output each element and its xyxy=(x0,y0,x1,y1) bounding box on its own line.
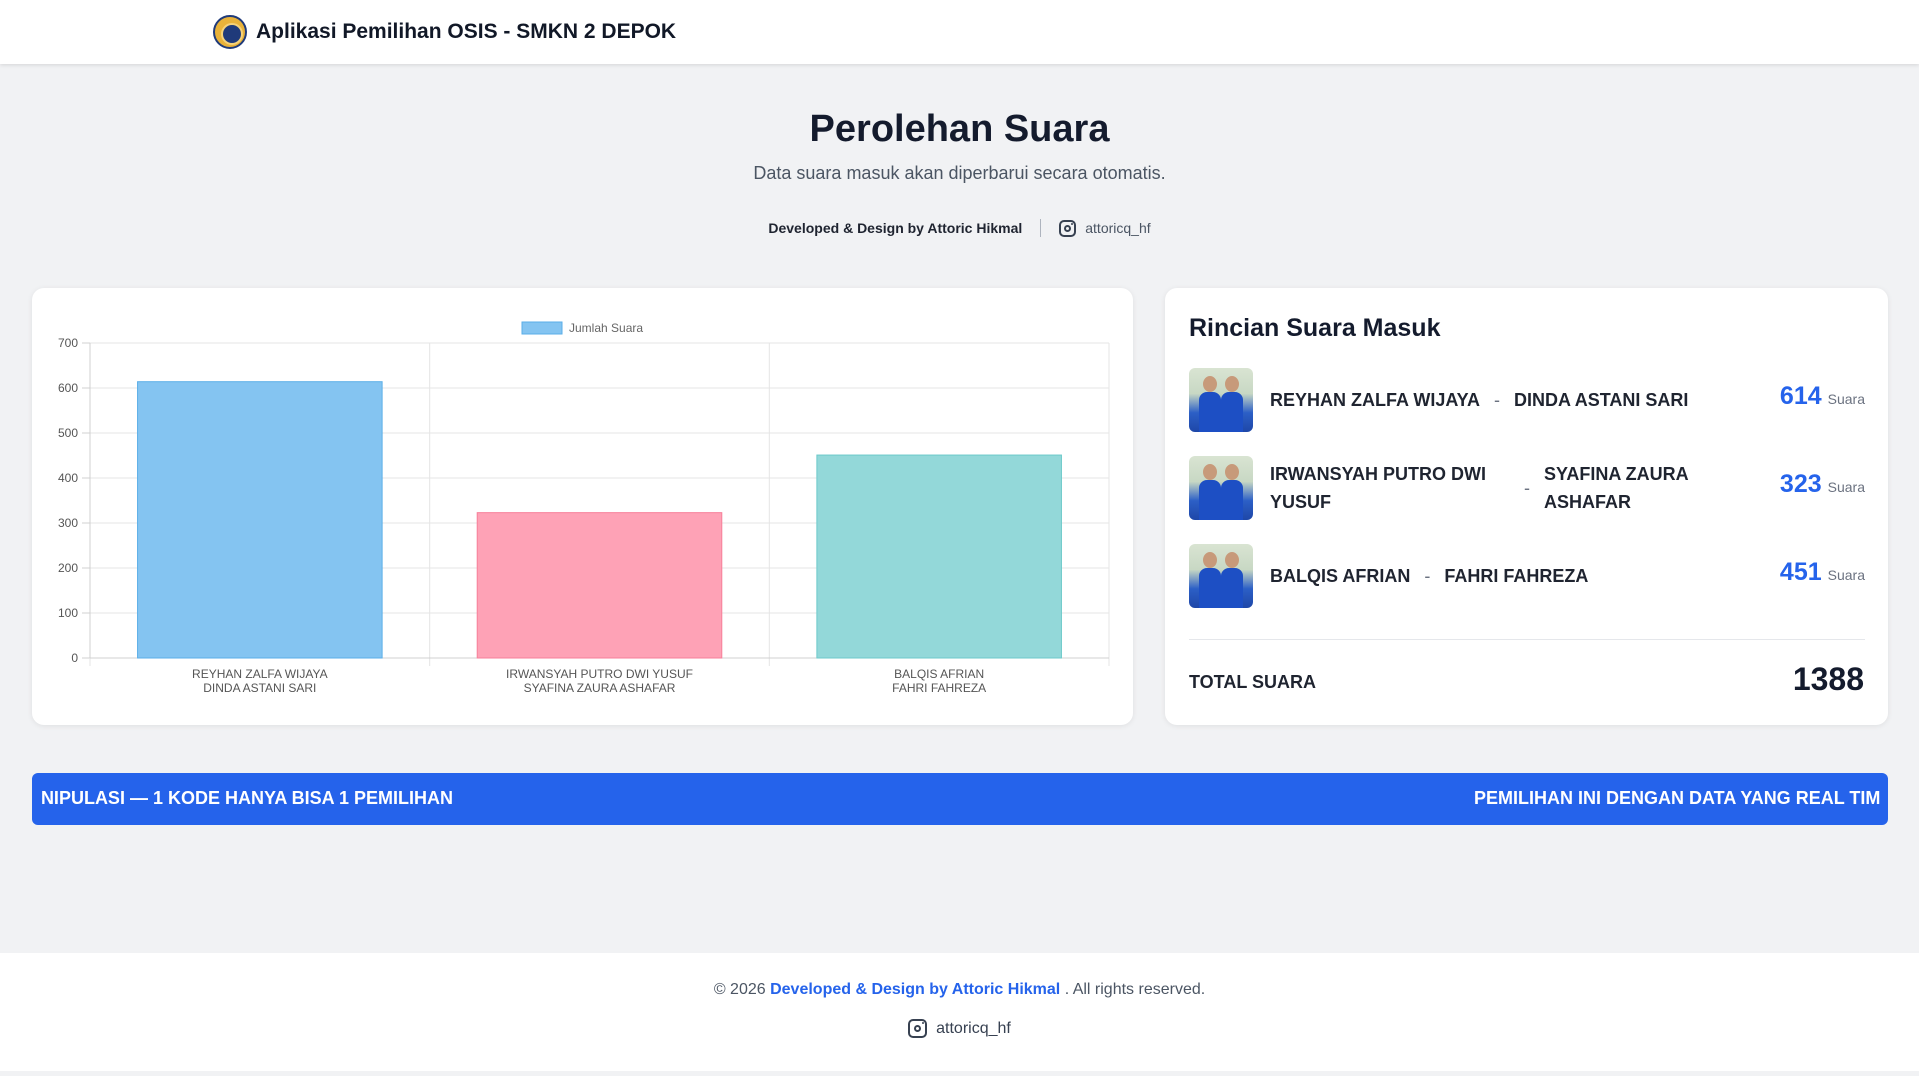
candidate-votes: 614 Suara xyxy=(1780,382,1865,411)
credit-text: Developed & Design by Attoric Hikmal xyxy=(768,220,1023,236)
name-separator: - xyxy=(1494,390,1501,410)
total-divider xyxy=(1189,639,1865,640)
candidate-name-2: FAHRI FAHREZA xyxy=(1444,566,1589,586)
y-tick-label: 400 xyxy=(58,471,78,485)
detail-title: Rincian Suara Masuk xyxy=(1189,314,1441,342)
candidate-names: REYHAN ZALFA WIJAYA - DINDA ASTANI SARI xyxy=(1270,368,1745,432)
candidate-names: BALQIS AFRIAN - FAHRI FAHREZA xyxy=(1270,544,1745,608)
page-title: Perolehan Suara xyxy=(809,108,1110,150)
announcement-ticker: NIPULASI — 1 KODE HANYA BISA 1 PEMILIHAN… xyxy=(32,773,1888,825)
instagram-icon xyxy=(908,1019,928,1038)
total-label: TOTAL SUARA xyxy=(1189,672,1317,692)
footer: © 2026 Developed & Design by Attoric Hik… xyxy=(0,953,1919,1071)
y-tick-label: 100 xyxy=(58,606,78,620)
instagram-icon xyxy=(1059,219,1077,237)
footer-instagram-link[interactable]: attoricq_hf xyxy=(0,1019,1919,1038)
ticker-text-right: PEMILIHAN INI DENGAN DATA YANG REAL TIM xyxy=(1474,788,1881,808)
school-logo-icon xyxy=(213,15,247,49)
candidate-names: IRWANSYAH PUTRO DWI YUSUF - SYAFINA ZAUR… xyxy=(1270,456,1745,520)
vote-count: 614 xyxy=(1779,382,1822,410)
y-tick-label: 500 xyxy=(58,426,78,440)
x-tick-label: FAHRI FAHREZA xyxy=(892,681,986,695)
footer-instagram-handle: attoricq_hf xyxy=(936,1019,1011,1037)
vote-unit: Suara xyxy=(1827,391,1865,407)
y-tick-label: 300 xyxy=(58,516,78,530)
credit-separator xyxy=(1040,219,1042,237)
vote-count: 451 xyxy=(1779,558,1822,586)
instagram-handle: attoricq_hf xyxy=(1085,220,1151,236)
x-tick-label: IRWANSYAH PUTRO DWI YUSUF xyxy=(506,667,693,681)
y-tick-label: 0 xyxy=(71,651,78,665)
y-tick-label: 200 xyxy=(58,561,78,575)
vote-count: 323 xyxy=(1779,470,1822,498)
candidate-photo xyxy=(1189,456,1253,520)
total-value: 1388 xyxy=(1792,661,1864,697)
candidate-row: REYHAN ZALFA WIJAYA - DINDA ASTANI SARI … xyxy=(1189,368,1865,432)
candidate-photo xyxy=(1189,544,1253,608)
candidate-name-1: IRWANSYAH PUTRO DWI YUSUF xyxy=(1270,464,1487,512)
footer-copyright: © 2026 Developed & Design by Attoric Hik… xyxy=(0,981,1919,999)
bar-1 xyxy=(137,381,383,659)
vote-bar-chart: Jumlah Suara 0 100 200 300 400 500 600 700 REYHAN… xyxy=(58,321,1110,695)
candidate-name-2: DINDA ASTANI SARI xyxy=(1514,390,1689,410)
ticker-text-left: NIPULASI — 1 KODE HANYA BISA 1 PEMILIHAN xyxy=(40,788,453,808)
candidate-name-2: SYAFINA ZAURA ASHAFAR xyxy=(1544,464,1689,512)
x-tick-label: DINDA ASTANI SARI xyxy=(203,681,316,695)
candidate-row: IRWANSYAH PUTRO DWI YUSUF - SYAFINA ZAUR… xyxy=(1189,456,1865,520)
instagram-link[interactable]: attoricq_hf xyxy=(1059,219,1151,237)
name-separator: - xyxy=(1524,478,1530,498)
vote-chart-card: Jumlah Suara 0 100 200 300 400 500 600 700 REYHAN… xyxy=(32,288,1133,725)
y-tick-label: 700 xyxy=(58,336,78,350)
candidate-name-1: BALQIS AFRIAN xyxy=(1270,566,1411,586)
name-separator: - xyxy=(1424,566,1431,586)
navbar: Aplikasi Pemilihan OSIS - SMKN 2 DEPOK xyxy=(0,0,1919,64)
footer-brand-link[interactable]: Developed & Design by Attoric Hikmal xyxy=(770,981,1060,998)
copyright-year: © 2026 xyxy=(713,981,766,998)
x-tick-label: BALQIS AFRIAN xyxy=(894,667,984,681)
candidate-votes: 451 Suara xyxy=(1780,558,1865,587)
candidate-row: BALQIS AFRIAN - FAHRI FAHREZA 451 Suara xyxy=(1189,544,1865,608)
page-subtitle: Data suara masuk akan diperbarui secara … xyxy=(753,163,1166,183)
vote-unit: Suara xyxy=(1827,479,1865,495)
app-title: Aplikasi Pemilihan OSIS - SMKN 2 DEPOK xyxy=(256,20,677,43)
vote-detail-card: Rincian Suara Masuk REYHAN ZALFA WIJAYA … xyxy=(1165,288,1888,725)
bar-3 xyxy=(816,454,1062,659)
candidate-name-1: REYHAN ZALFA WIJAYA xyxy=(1270,390,1481,410)
rights-text: . All rights reserved. xyxy=(1064,981,1206,998)
brand[interactable]: Aplikasi Pemilihan OSIS - SMKN 2 DEPOK xyxy=(213,13,676,51)
credit-row: Developed & Design by Attoric Hikmal att… xyxy=(0,219,1919,237)
legend-label: Jumlah Suara xyxy=(569,321,643,335)
candidate-photo xyxy=(1189,368,1253,432)
x-tick-label: SYAFINA ZAURA ASHAFAR xyxy=(524,681,676,695)
vote-unit: Suara xyxy=(1827,567,1865,583)
bar-2 xyxy=(476,512,723,659)
legend-swatch xyxy=(521,321,563,335)
y-tick-label: 600 xyxy=(58,381,78,395)
x-tick-label: REYHAN ZALFA WIJAYA xyxy=(192,667,328,681)
candidate-votes: 323 Suara xyxy=(1780,470,1865,499)
